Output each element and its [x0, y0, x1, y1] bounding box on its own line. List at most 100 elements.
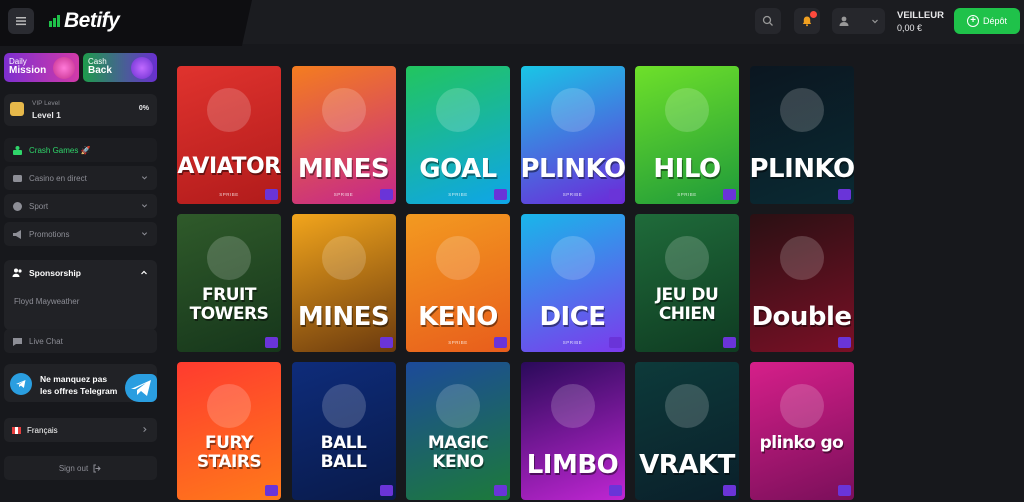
game-title: BALL BALL [320, 433, 367, 472]
game-art [436, 236, 480, 280]
target-icon [53, 57, 75, 79]
menu-button[interactable] [8, 8, 34, 34]
game-title: MINES [297, 302, 390, 332]
game-tile[interactable]: MINES SPRIBE [291, 66, 396, 204]
game-tile[interactable]: MINES [291, 214, 396, 352]
chevron-down-icon [141, 204, 148, 208]
game-title: VRAKT [639, 450, 735, 480]
sponsorship-title: Sponsorship [29, 267, 81, 278]
nav-label: Crash Games 🚀 [29, 145, 91, 155]
game-art [779, 88, 824, 132]
rocket-icon [13, 145, 22, 155]
game-art [321, 384, 366, 428]
nav-label: Promotions [29, 229, 70, 239]
trophy-icon [379, 337, 393, 348]
cashback-card[interactable]: Cash Back [83, 53, 157, 82]
game-tile[interactable]: PLINKO [749, 66, 854, 204]
game-tile[interactable]: plinko go [749, 362, 854, 500]
game-title: DICE [539, 302, 606, 332]
live-chat-label: Live Chat [29, 336, 63, 346]
search-icon [762, 15, 773, 26]
sponsorship-item[interactable]: Floyd Mayweather [14, 297, 79, 306]
search-button[interactable] [755, 8, 781, 34]
game-tile[interactable]: PLINKO SPRIBE [520, 66, 625, 204]
trophy-icon [379, 485, 393, 496]
telegram-banner[interactable]: Ne manquez pas les offres Telegram [4, 364, 157, 402]
nav-label: Casino en direct [29, 173, 87, 183]
game-tile[interactable]: JEU DU CHIEN [635, 214, 739, 352]
sign-out-button[interactable]: Sign out [4, 456, 157, 480]
game-tile[interactable]: HILO SPRIBE [635, 66, 739, 204]
nav-promotions[interactable]: Promotions [4, 222, 157, 246]
top-bar: Betify VEILLEUR 0,00 € + Dépôt [0, 0, 1024, 46]
game-title: Double [751, 302, 852, 332]
deposit-button[interactable]: + Dépôt [954, 8, 1020, 34]
game-tile[interactable]: FRUIT TOWERS [177, 214, 281, 352]
game-tile[interactable]: LIMBO [520, 362, 625, 500]
game-title: FRUIT TOWERS [189, 285, 269, 324]
nav-casino-live[interactable]: Casino en direct [4, 166, 157, 190]
chevron-up-icon[interactable] [140, 269, 148, 277]
logo-bars-icon [49, 15, 60, 27]
logo-text: Betify [64, 9, 120, 32]
trophy-icon [608, 485, 622, 496]
trophy-icon [837, 337, 851, 348]
game-art [665, 88, 709, 132]
game-tile[interactable]: Double [749, 214, 854, 352]
game-tile[interactable]: AVIATOR SPRIBE [177, 66, 281, 204]
telegram-icon [10, 373, 32, 395]
game-art [207, 236, 251, 280]
game-tile[interactable]: BALL BALL [291, 362, 396, 500]
game-tile[interactable]: GOAL SPRIBE [406, 66, 510, 204]
deposit-label: Dépôt [982, 16, 1008, 26]
telegram-line1: Ne manquez pas [40, 374, 108, 384]
sponsorship-header[interactable]: Sponsorship [12, 267, 81, 278]
nav-crash-games[interactable]: Crash Games 🚀 [4, 138, 157, 162]
chevron-down-icon [141, 176, 148, 180]
game-tile[interactable]: MAGIC KENO [406, 362, 510, 500]
game-title: JEU DU CHIEN [655, 285, 719, 324]
telegram-plane-icon [125, 374, 157, 402]
trophy-icon [265, 337, 278, 348]
game-tile[interactable]: FURY STAIRS [177, 362, 281, 500]
user-menu[interactable] [832, 8, 885, 34]
ball-icon [13, 201, 22, 211]
game-art [550, 384, 595, 428]
sponsorship-section: Sponsorship Floyd Mayweather [4, 260, 157, 330]
trophy-icon [723, 485, 736, 496]
vip-label: VIP Level [32, 100, 60, 107]
game-art [436, 88, 480, 132]
trophy-icon [494, 189, 507, 200]
game-title: HILO [653, 154, 721, 184]
trophy-icon [723, 337, 736, 348]
logout-icon [93, 464, 101, 472]
user-icon [839, 16, 849, 26]
live-chat-button[interactable]: Live Chat [4, 329, 157, 353]
game-tile[interactable]: DICE SPRIBE [520, 214, 625, 352]
nav-label: Sport [29, 201, 49, 211]
balance-amount: 0,00 € [897, 23, 923, 33]
language-selector[interactable]: Français [4, 418, 157, 442]
nav-sport[interactable]: Sport [4, 194, 157, 218]
vip-level-card[interactable]: VIP Level Level 1 0% [4, 94, 157, 126]
trophy-icon [379, 189, 393, 200]
sign-out-label: Sign out [58, 463, 89, 473]
trophy-icon [837, 189, 851, 200]
game-title: MINES [297, 154, 390, 184]
logo[interactable]: Betify [48, 9, 120, 33]
game-title: KENO [418, 302, 498, 332]
chevron-right-icon [143, 426, 147, 433]
game-tile[interactable]: VRAKT [635, 362, 739, 500]
game-title: PLINKO [520, 154, 625, 184]
notifications-button[interactable] [794, 8, 820, 34]
daily-mission-card[interactable]: Daily Mission [4, 53, 79, 82]
hamburger-icon [16, 17, 26, 26]
trophy-icon [837, 485, 851, 496]
money-bag-icon [131, 57, 153, 79]
trophy-icon [608, 337, 622, 348]
game-title: PLINKO [749, 154, 854, 184]
balance-box[interactable]: VEILLEUR 0,00 € [897, 10, 944, 34]
game-art [665, 384, 709, 428]
users-icon [12, 268, 22, 277]
game-tile[interactable]: KENO SPRIBE [406, 214, 510, 352]
